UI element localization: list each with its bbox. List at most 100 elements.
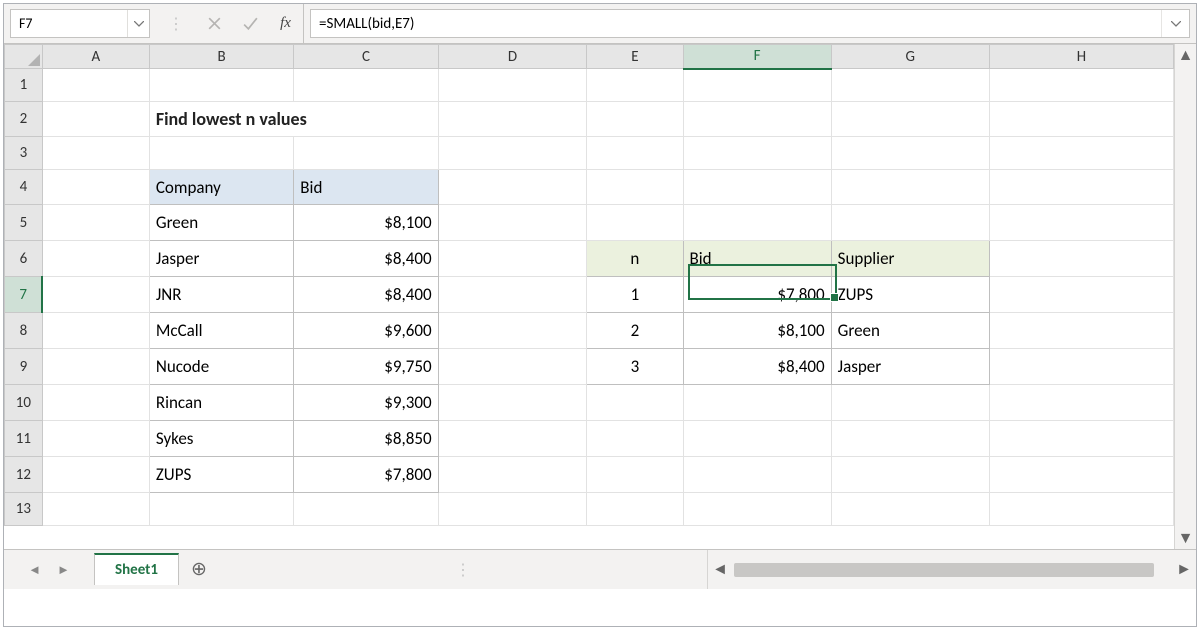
- row-header-3[interactable]: 3: [5, 137, 43, 170]
- cell-d5[interactable]: [438, 205, 587, 241]
- scroll-down-icon[interactable]: ▼: [1178, 527, 1194, 549]
- cell-e7[interactable]: 1: [587, 277, 683, 313]
- cell-d3[interactable]: [438, 137, 587, 170]
- cell-f3[interactable]: [683, 137, 831, 170]
- col-header-g[interactable]: G: [831, 45, 989, 69]
- cell-e13[interactable]: [587, 493, 683, 526]
- cell-b6[interactable]: Jasper: [149, 241, 293, 277]
- row-header-13[interactable]: 13: [5, 493, 43, 526]
- cell-f8[interactable]: $8,100: [683, 313, 831, 349]
- insert-function-button[interactable]: fx: [268, 4, 304, 43]
- cell-g9[interactable]: Jasper: [831, 349, 989, 385]
- row-header-8[interactable]: 8: [5, 313, 43, 349]
- cell-a8[interactable]: [42, 313, 149, 349]
- cell-a4[interactable]: [42, 170, 149, 205]
- tab-split-handle[interactable]: ⋮: [219, 550, 707, 589]
- cell-e9[interactable]: 3: [587, 349, 683, 385]
- enter-formula-button[interactable]: [232, 4, 268, 43]
- cell-f7[interactable]: $7,800: [683, 277, 831, 313]
- cell-e11[interactable]: [587, 421, 683, 457]
- cell-b13[interactable]: [149, 493, 293, 526]
- cell-h4[interactable]: [989, 170, 1173, 205]
- col-header-f[interactable]: F: [683, 45, 831, 69]
- cell-g10[interactable]: [831, 385, 989, 421]
- cell-h2[interactable]: [989, 102, 1173, 137]
- cell-c11[interactable]: $8,850: [294, 421, 438, 457]
- cell-f10[interactable]: [683, 385, 831, 421]
- select-all-corner[interactable]: [5, 45, 43, 69]
- cell-f4[interactable]: [683, 170, 831, 205]
- cell-f9[interactable]: $8,400: [683, 349, 831, 385]
- col-header-d[interactable]: D: [438, 45, 587, 69]
- cell-a5[interactable]: [42, 205, 149, 241]
- col-header-h[interactable]: H: [989, 45, 1173, 69]
- row-header-4[interactable]: 4: [5, 170, 43, 205]
- cell-b9[interactable]: Nucode: [149, 349, 293, 385]
- cell-c12[interactable]: $7,800: [294, 457, 438, 493]
- cell-h12[interactable]: [989, 457, 1173, 493]
- cell-b7[interactable]: JNR: [149, 277, 293, 313]
- cell-f11[interactable]: [683, 421, 831, 457]
- cell-h1[interactable]: [989, 69, 1173, 102]
- cell-b1[interactable]: [149, 69, 293, 102]
- scroll-up-icon[interactable]: ▲: [1178, 44, 1194, 66]
- cell-a3[interactable]: [42, 137, 149, 170]
- next-sheet-icon[interactable]: ►: [57, 562, 70, 578]
- cell-g7[interactable]: ZUPS: [831, 277, 989, 313]
- cell-e2[interactable]: [587, 102, 683, 137]
- name-box[interactable]: F7: [10, 9, 150, 38]
- cell-e8[interactable]: 2: [587, 313, 683, 349]
- cell-f1[interactable]: [683, 69, 831, 102]
- horizontal-scrollbar[interactable]: ◄ ►: [707, 550, 1196, 589]
- cell-c1[interactable]: [294, 69, 438, 102]
- cell-e6[interactable]: n: [587, 241, 683, 277]
- cell-a12[interactable]: [42, 457, 149, 493]
- cell-h3[interactable]: [989, 137, 1173, 170]
- cell-a2[interactable]: [42, 102, 149, 137]
- cell-g5[interactable]: [831, 205, 989, 241]
- cell-a9[interactable]: [42, 349, 149, 385]
- row-header-11[interactable]: 11: [5, 421, 43, 457]
- cell-b11[interactable]: Sykes: [149, 421, 293, 457]
- cell-g8[interactable]: Green: [831, 313, 989, 349]
- cell-b3[interactable]: [149, 137, 293, 170]
- row-header-12[interactable]: 12: [5, 457, 43, 493]
- spreadsheet-grid[interactable]: A B C D E F G H 1 2 Find: [4, 44, 1174, 526]
- hscroll-thumb[interactable]: [734, 563, 1154, 577]
- cell-g4[interactable]: [831, 170, 989, 205]
- cell-b2[interactable]: Find lowest n values: [149, 102, 438, 137]
- cell-b4[interactable]: Company: [149, 170, 293, 205]
- row-header-2[interactable]: 2: [5, 102, 43, 137]
- cell-c13[interactable]: [294, 493, 438, 526]
- col-header-e[interactable]: E: [587, 45, 683, 69]
- cell-d10[interactable]: [438, 385, 587, 421]
- cancel-formula-button[interactable]: [196, 4, 232, 43]
- cell-g12[interactable]: [831, 457, 989, 493]
- col-header-b[interactable]: B: [149, 45, 293, 69]
- cell-d4[interactable]: [438, 170, 587, 205]
- cell-f13[interactable]: [683, 493, 831, 526]
- cell-e4[interactable]: [587, 170, 683, 205]
- cell-h7[interactable]: [989, 277, 1173, 313]
- cell-h13[interactable]: [989, 493, 1173, 526]
- scroll-right-icon[interactable]: ►: [1172, 560, 1196, 579]
- cell-a6[interactable]: [42, 241, 149, 277]
- cell-a10[interactable]: [42, 385, 149, 421]
- cell-c8[interactable]: $9,600: [294, 313, 438, 349]
- cell-a13[interactable]: [42, 493, 149, 526]
- hscroll-track[interactable]: [732, 563, 1172, 577]
- cell-e5[interactable]: [587, 205, 683, 241]
- cell-d13[interactable]: [438, 493, 587, 526]
- cell-b12[interactable]: ZUPS: [149, 457, 293, 493]
- row-header-7[interactable]: 7: [5, 277, 43, 313]
- cell-d9[interactable]: [438, 349, 587, 385]
- cell-d12[interactable]: [438, 457, 587, 493]
- cell-c7[interactable]: $8,400: [294, 277, 438, 313]
- cell-h8[interactable]: [989, 313, 1173, 349]
- cell-h10[interactable]: [989, 385, 1173, 421]
- scroll-left-icon[interactable]: ◄: [708, 560, 732, 579]
- cell-g11[interactable]: [831, 421, 989, 457]
- cell-f2[interactable]: [683, 102, 831, 137]
- cell-b8[interactable]: McCall: [149, 313, 293, 349]
- formula-input[interactable]: =SMALL(bid,E7): [310, 9, 1190, 38]
